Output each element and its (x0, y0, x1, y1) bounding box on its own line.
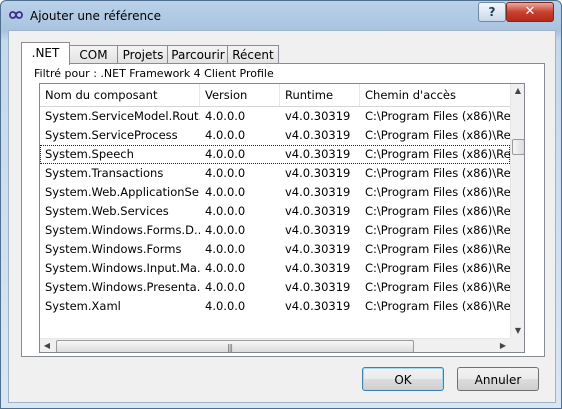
close-button[interactable]: ✕ (506, 2, 554, 22)
cell-name: System.Transactions (45, 166, 164, 180)
cell-path: C:\Program Files (x86)\Refe (365, 261, 520, 275)
cell-runtime: v4.0.30319 (285, 242, 351, 256)
cell-name: System.Windows.Forms (45, 242, 182, 256)
vertical-scroll-thumb[interactable] (512, 139, 524, 155)
cell-path: C:\Program Files (x86)\Refe (365, 204, 520, 218)
cell-version: 4.0.0.0 (205, 299, 246, 313)
cell-name: System.Web.ApplicationSe... (45, 185, 200, 199)
cell-path: C:\Program Files (x86)\Refe (365, 128, 520, 142)
cell-runtime: v4.0.30319 (285, 128, 351, 142)
cell-path: C:\Program Files (x86)\Refe (365, 185, 520, 199)
table-row[interactable]: System.ServiceProcess 4.0.0.0 v4.0.30319 C:… (40, 126, 520, 145)
cell-path: C:\Program Files (x86)\Refe (365, 299, 520, 313)
cell-version: 4.0.0.0 (205, 223, 246, 237)
cell-path: C:\Program Files (x86)\Refe (365, 166, 520, 180)
help-button[interactable]: ? (478, 2, 506, 22)
ok-button[interactable]: OK (362, 367, 444, 391)
table-row[interactable]: System.Web.Services 4.0.0.0 v4.0.30319 C:\P… (40, 202, 520, 221)
table-row[interactable]: System.Windows.Forms.D... 4.0.0.0 v4.0.303… (40, 221, 520, 240)
cell-runtime: v4.0.30319 (285, 280, 351, 294)
title-bar[interactable]: Ajouter une référence ? ✕ (1, 1, 561, 31)
table-row[interactable]: System.Web.ApplicationSe... 4.0.0.0 v4.0.3… (40, 183, 520, 202)
horizontal-scrollbar[interactable]: ◀ ||| ▶ (40, 338, 510, 352)
cell-name: System.Web.Services (45, 204, 169, 218)
filter-label: Filtré pour : .NET Framework 4 Client Pr… (34, 67, 274, 80)
table-row[interactable]: System.Xaml 4.0.0.0 v4.0.30319 C:\Program F… (40, 297, 520, 316)
cell-name: System.Windows.Input.Ma... (45, 261, 200, 275)
cell-runtime: v4.0.30319 (285, 185, 351, 199)
tab-dotnet[interactable]: .NET (21, 42, 70, 65)
cancel-button[interactable]: Annuler (457, 367, 539, 391)
table-row[interactable]: System.ServiceModel.Rout... 4.0.0.0 v4.0.3… (40, 107, 520, 126)
cell-name: System.ServiceModel.Rout... (45, 109, 200, 123)
table-row[interactable]: System.Speech 4.0.0.0 v4.0.30319 C:\Program… (40, 145, 520, 164)
cell-runtime: v4.0.30319 (285, 204, 351, 218)
list-header: Nom du composant Version Runtime Chemin … (40, 84, 520, 107)
cell-version: 4.0.0.0 (205, 185, 246, 199)
cell-path: C:\Program Files (x86)\Refe (365, 147, 520, 161)
scroll-corner (510, 338, 524, 352)
table-row[interactable]: System.Transactions 4.0.0.0 v4.0.30319 C:\P… (40, 164, 520, 183)
cell-path: C:\Program Files (x86)\Refe (365, 223, 520, 237)
cell-runtime: v4.0.30319 (285, 109, 351, 123)
column-header-name[interactable]: Nom du composant (40, 84, 200, 106)
cell-runtime: v4.0.30319 (285, 299, 351, 313)
cell-version: 4.0.0.0 (205, 128, 246, 142)
cell-path: C:\Program Files (x86)\Refe (365, 109, 520, 123)
column-header-path[interactable]: Chemin d'accès (360, 84, 520, 106)
dialog-client-area: .NET COM Projets Parcourir Récent Filtré… (8, 30, 556, 403)
cell-runtime: v4.0.30319 (285, 166, 351, 180)
column-header-version[interactable]: Version (200, 84, 280, 106)
component-list[interactable]: Nom du composant Version Runtime Chemin … (39, 83, 525, 353)
cell-path: C:\Program Files (x86)\Refe (365, 242, 520, 256)
cell-version: 4.0.0.0 (205, 242, 246, 256)
table-row[interactable]: System.Windows.Presenta... 4.0.0.0 v4.0.30… (40, 278, 520, 297)
scroll-left-icon[interactable]: ◀ (40, 339, 54, 352)
tab-com[interactable]: COM (68, 45, 119, 64)
cell-version: 4.0.0.0 (205, 147, 246, 161)
cell-name: System.Windows.Forms.D... (45, 223, 200, 237)
column-header-runtime[interactable]: Runtime (280, 84, 360, 106)
tab-recent[interactable]: Récent (227, 45, 279, 64)
cell-path: C:\Program Files (x86)\Refe (365, 280, 520, 294)
cell-version: 4.0.0.0 (205, 261, 246, 275)
cell-version: 4.0.0.0 (205, 166, 246, 180)
cell-version: 4.0.0.0 (205, 280, 246, 294)
vertical-scrollbar[interactable]: ▲ ▼ (510, 84, 524, 338)
visual-studio-icon (9, 11, 23, 19)
tab-panel: Filtré pour : .NET Framework 4 Client Pr… (21, 63, 545, 357)
cell-name: System.ServiceProcess (45, 128, 178, 142)
scroll-down-icon[interactable]: ▼ (511, 324, 524, 338)
cell-version: 4.0.0.0 (205, 109, 246, 123)
cell-name: System.Speech (45, 147, 134, 161)
cell-runtime: v4.0.30319 (285, 261, 351, 275)
table-row[interactable]: System.Windows.Input.Ma... 4.0.0.0 v4.0.30… (40, 259, 520, 278)
cell-version: 4.0.0.0 (205, 204, 246, 218)
scroll-up-icon[interactable]: ▲ (511, 84, 524, 98)
tab-parcourir[interactable]: Parcourir (167, 45, 229, 64)
window-title: Ajouter une référence (30, 9, 162, 23)
grip-icon: ||| (227, 343, 233, 352)
scroll-right-icon[interactable]: ▶ (496, 339, 510, 352)
horizontal-scroll-thumb[interactable]: ||| (56, 340, 414, 352)
tab-projets[interactable]: Projets (117, 45, 169, 64)
cell-name: System.Xaml (45, 299, 121, 313)
table-row[interactable]: System.Windows.Forms 4.0.0.0 v4.0.30319 C:\… (40, 240, 520, 259)
cell-runtime: v4.0.30319 (285, 223, 351, 237)
add-reference-dialog: Ajouter une référence ? ✕ .NET COM Proje… (0, 0, 562, 409)
cell-runtime: v4.0.30319 (285, 147, 351, 161)
cell-name: System.Windows.Presenta... (45, 280, 200, 294)
